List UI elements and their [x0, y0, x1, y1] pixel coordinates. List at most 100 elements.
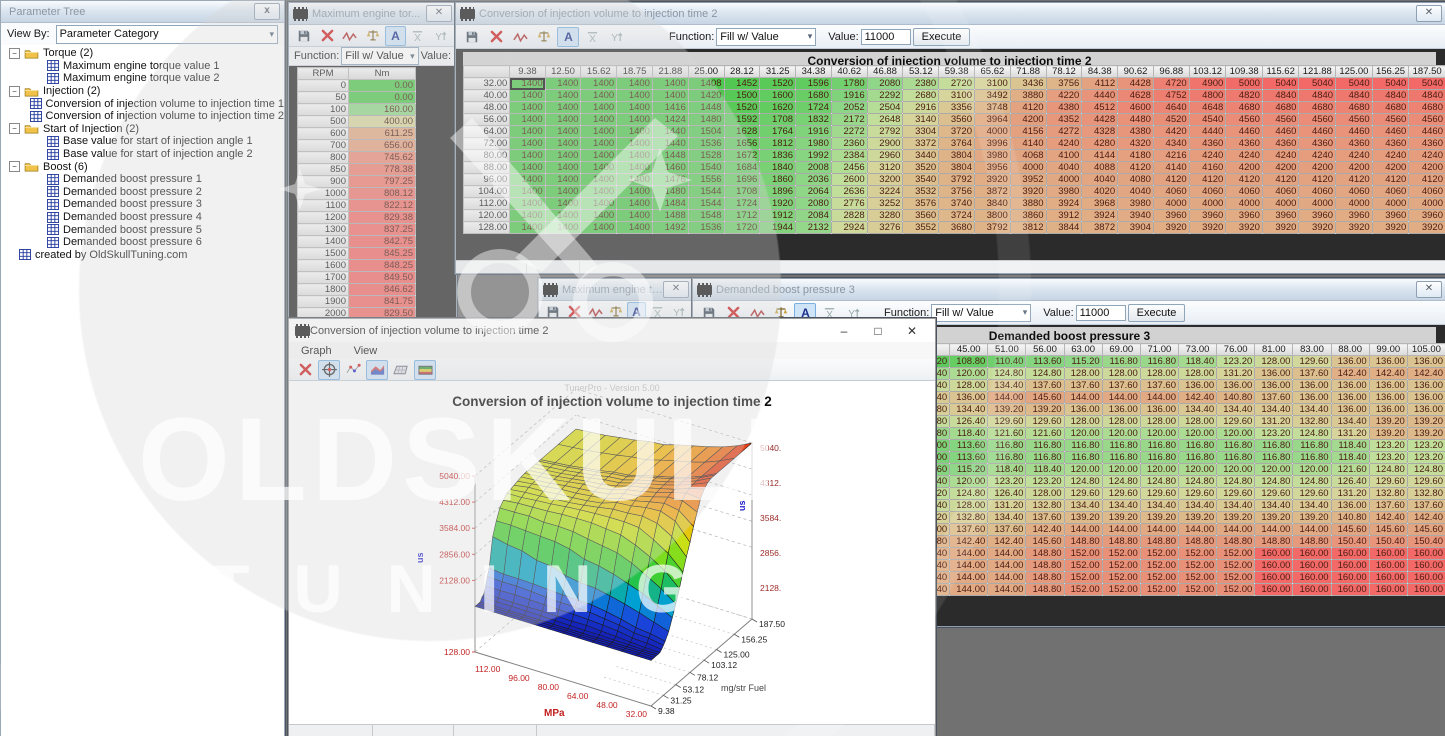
cell[interactable]: 148.80 [1026, 572, 1064, 584]
cell[interactable]: 1400 [581, 162, 617, 174]
cell[interactable]: 4340 [1153, 138, 1189, 150]
cell[interactable]: 4460 [1226, 126, 1263, 138]
row-header-cell[interactable]: 72.00 [464, 138, 510, 150]
cell[interactable]: 136.00 [1102, 404, 1140, 416]
cell[interactable]: 4060 [1409, 186, 1445, 198]
cell[interactable]: 137.60 [1102, 380, 1140, 392]
cell[interactable]: 120.00 [1140, 464, 1178, 476]
cell[interactable]: 656.00 [349, 140, 416, 152]
cell[interactable]: 152.00 [1064, 584, 1102, 596]
cell[interactable]: 116.80 [1102, 452, 1140, 464]
cell[interactable]: 126.40 [1331, 476, 1369, 488]
cell[interactable]: 1400 [617, 210, 653, 222]
cell[interactable]: 2776 [831, 198, 867, 210]
cell[interactable]: 142.40 [988, 536, 1026, 548]
cell[interactable]: 110.40 [988, 356, 1026, 368]
cell[interactable]: 134.40 [1178, 404, 1216, 416]
col-header-cell[interactable]: 59.38 [939, 66, 975, 78]
cell[interactable]: 4560 [1372, 114, 1409, 126]
cell[interactable]: 1500 [724, 90, 760, 102]
cell[interactable]: 4060 [1299, 186, 1336, 198]
cell[interactable]: 3980 [1046, 186, 1082, 198]
cell[interactable]: 134.40 [988, 380, 1026, 392]
cell[interactable]: 822.12 [349, 200, 416, 212]
menu-graph[interactable]: Graph [301, 345, 332, 357]
cell[interactable]: 1840 [760, 162, 796, 174]
cell[interactable]: 160.00 [1407, 548, 1445, 560]
cell[interactable]: 4460 [1409, 126, 1445, 138]
row-header-cell[interactable]: 88.00 [464, 162, 510, 174]
cell[interactable]: 116.80 [1102, 356, 1140, 368]
cell[interactable]: 1836 [760, 150, 796, 162]
cell[interactable]: 136.00 [1369, 380, 1407, 392]
cell[interactable]: 120.00 [1217, 464, 1255, 476]
cell[interactable]: 142.40 [1407, 368, 1445, 380]
cell[interactable]: 1944 [760, 222, 796, 234]
cell[interactable]: 4200 [1262, 162, 1299, 174]
cell[interactable]: 1400 [617, 138, 653, 150]
cell[interactable]: 136.00 [1255, 368, 1293, 380]
col-header-cell[interactable]: 76.00 [1217, 344, 1255, 356]
cell[interactable]: 3756 [939, 186, 975, 198]
cell[interactable]: 129.60 [1293, 356, 1331, 368]
cell[interactable]: 1600 [760, 90, 796, 102]
cell[interactable]: 4000 [975, 126, 1011, 138]
cell[interactable]: 136.00 [1293, 380, 1331, 392]
cell[interactable]: 136.00 [1178, 380, 1216, 392]
cell[interactable]: 160.00 [1293, 560, 1331, 572]
cell[interactable]: 4680 [1299, 102, 1336, 114]
row-header-cell[interactable]: 104.00 [464, 186, 510, 198]
cell[interactable]: 139.20 [1178, 512, 1216, 524]
cell[interactable]: 144.00 [1064, 524, 1102, 536]
cell[interactable]: 124.80 [950, 488, 988, 500]
cell[interactable]: 3920 [1372, 222, 1409, 234]
cell[interactable]: 2636 [831, 186, 867, 198]
cell[interactable]: 4140 [1153, 162, 1189, 174]
tree-table-item[interactable]: Conversion of injection volume to inject… [1, 97, 284, 110]
col-header-cell[interactable]: 90.62 [1118, 66, 1154, 78]
row-header-cell[interactable]: 1600 [298, 260, 349, 272]
cell[interactable]: 129.60 [1140, 488, 1178, 500]
cell[interactable]: 4220 [1046, 90, 1082, 102]
cell[interactable]: 4040 [1118, 186, 1154, 198]
cell[interactable]: 116.80 [1293, 452, 1331, 464]
tree-table-item[interactable]: Maximum engine torque value 1 [1, 60, 284, 73]
cell[interactable]: 152.00 [1102, 572, 1140, 584]
parameter-tree-titlebar[interactable]: Parameter Tree x [1, 1, 284, 23]
cell[interactable]: 152.00 [1064, 560, 1102, 572]
cell[interactable]: 124.80 [1407, 464, 1445, 476]
cell[interactable]: 3276 [867, 222, 903, 234]
cell[interactable]: 3812 [1010, 222, 1046, 234]
cell[interactable]: 4060 [1153, 186, 1189, 198]
boost-titlebar[interactable]: Demanded boost pressure 3 ✕ [693, 279, 1445, 301]
cell[interactable]: 1544 [688, 198, 724, 210]
cell[interactable]: 3680 [939, 222, 975, 234]
cell[interactable]: 1628 [724, 126, 760, 138]
cell[interactable]: 136.00 [1331, 392, 1369, 404]
cell[interactable]: 4100 [1046, 150, 1082, 162]
cell[interactable]: 136.00 [1255, 380, 1293, 392]
cell[interactable]: 116.80 [1255, 440, 1293, 452]
row-header-cell[interactable]: 48.00 [464, 102, 510, 114]
col-header-cell[interactable]: 83.00 [1293, 344, 1331, 356]
cell[interactable]: 1400 [545, 126, 581, 138]
cell[interactable]: 144.00 [1293, 524, 1331, 536]
cell[interactable]: 152.00 [1178, 560, 1216, 572]
cell[interactable]: 160.00 [1369, 560, 1407, 572]
cell[interactable]: 4360 [1299, 138, 1336, 150]
cell[interactable]: 4120 [1262, 174, 1299, 186]
cell[interactable]: 1400 [510, 222, 545, 234]
col-header-cell[interactable]: 45.00 [950, 344, 988, 356]
edit-a-icon[interactable]: A [385, 26, 406, 46]
cell[interactable]: 1400 [545, 198, 581, 210]
tree-table-item[interactable]: Demanded boost pressure 5 [1, 223, 284, 236]
cell[interactable]: 4240 [1372, 150, 1409, 162]
cell[interactable]: 1708 [724, 186, 760, 198]
cell[interactable]: 4060 [1336, 186, 1373, 198]
cell[interactable]: 1416 [652, 102, 688, 114]
cell[interactable]: 3872 [975, 186, 1011, 198]
cell[interactable]: 120.00 [1102, 428, 1140, 440]
cell[interactable]: 4680 [1226, 102, 1263, 114]
cell[interactable]: 1400 [510, 162, 545, 174]
cell[interactable]: 116.80 [1178, 452, 1216, 464]
